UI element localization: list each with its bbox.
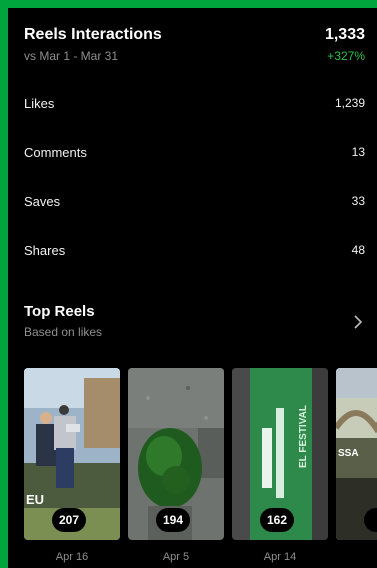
reel-thumbnail[interactable]: EU 207 xyxy=(24,368,120,540)
reel-date: Ap xyxy=(336,551,377,563)
reel-date: Apr 14 xyxy=(263,551,297,563)
reel-count-badge: 194 xyxy=(156,508,190,532)
reel-count-badge: 207 xyxy=(52,508,86,532)
reel-date: Apr 5 xyxy=(162,551,190,563)
reels-interactions-summary: Reels Interactions vs Mar 1 - Mar 31 1,3… xyxy=(24,26,365,72)
top-reels-header[interactable]: Top Reels Based on likes xyxy=(24,303,365,347)
metric-row-saves: Saves 33 xyxy=(24,194,365,216)
metric-row-comments: Comments 13 xyxy=(24,145,365,167)
top-reels-subtitle: Based on likes xyxy=(24,325,103,339)
reels-insights-screen: Reels Interactions vs Mar 1 - Mar 31 1,3… xyxy=(8,8,377,568)
metric-label: Likes xyxy=(24,96,55,111)
top-reels-title: Top Reels xyxy=(24,303,95,320)
metric-label: Comments xyxy=(24,145,87,160)
metric-row-shares: Shares 48 xyxy=(24,243,365,265)
metric-value: 13 xyxy=(351,145,365,159)
metric-value: 1,239 xyxy=(334,96,365,110)
reel-count-badge: 162 xyxy=(260,508,294,532)
svg-text:EU: EU xyxy=(26,492,44,507)
reel-thumbnail[interactable]: SSA 1 xyxy=(336,368,377,540)
summary-change: +327% xyxy=(327,49,365,63)
svg-text:SSA: SSA xyxy=(338,448,359,459)
reel-date: Apr 16 xyxy=(55,551,89,563)
metric-label: Shares xyxy=(24,243,66,258)
chevron-right-icon[interactable] xyxy=(353,315,363,329)
reel-thumbnail[interactable]: EL FESTIVAL 162 xyxy=(232,368,328,540)
summary-total: 1,333 xyxy=(324,26,365,43)
top-reels-carousel[interactable]: EU 207 194 EL FESTIVAL 162 SSA Apr 16 Ap… xyxy=(24,368,377,568)
metric-value: 48 xyxy=(351,243,365,257)
summary-period: vs Mar 1 - Mar 31 xyxy=(24,49,119,63)
reel-thumbnail[interactable]: 194 xyxy=(128,368,224,540)
summary-title: Reels Interactions xyxy=(24,26,162,43)
metric-value: 33 xyxy=(351,194,365,208)
svg-text:EL FESTIVAL: EL FESTIVAL xyxy=(298,405,309,468)
metric-label: Saves xyxy=(24,194,61,209)
metric-row-likes: Likes 1,239 xyxy=(24,96,365,118)
